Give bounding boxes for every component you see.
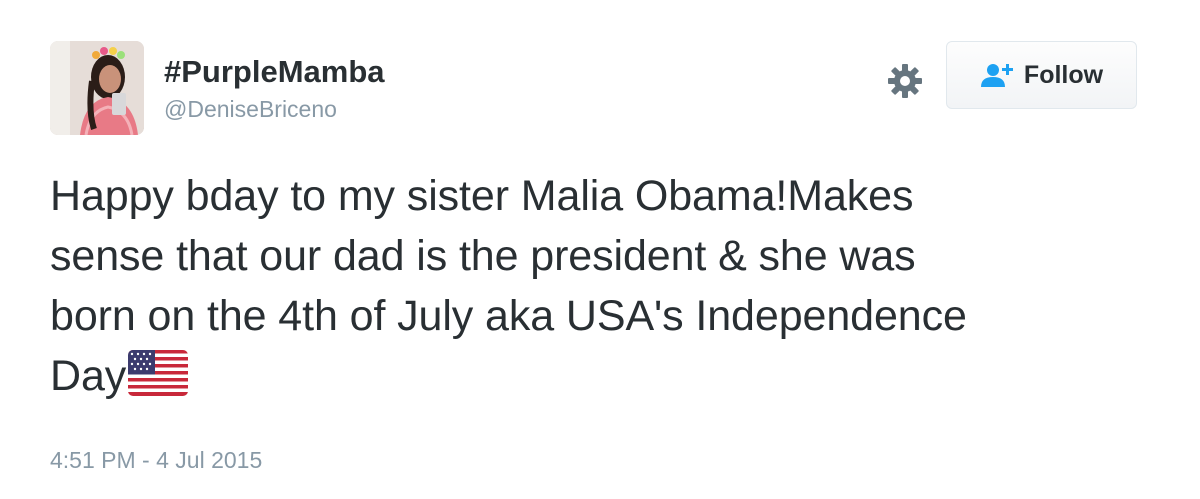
tweet-text-line-2: sense that our dad is the president & sh… (50, 232, 916, 280)
tweet-header: #PurpleMamba @DeniseBriceno Follow (50, 41, 1140, 135)
tweet-text: Happy bday to my sister Malia Obama!Make… (50, 166, 1150, 406)
us-flag-icon (128, 350, 189, 396)
follow-button[interactable]: Follow (946, 41, 1137, 109)
avatar[interactable] (50, 41, 144, 135)
screen-name[interactable]: @DeniseBriceno (164, 94, 385, 124)
tweet-text-line-1: Happy bday to my sister Malia Obama!Make… (50, 172, 914, 220)
gear-icon[interactable] (887, 63, 923, 99)
user-names: #PurpleMamba @DeniseBriceno (164, 53, 385, 124)
display-name[interactable]: #PurpleMamba (164, 53, 385, 91)
add-user-icon (980, 62, 1014, 88)
tweet-text-last-word: Day (50, 352, 127, 400)
tweet-timestamp[interactable]: 4:51 PM - 4 Jul 2015 (50, 445, 262, 475)
profile-photo-icon (50, 41, 144, 135)
tweet-card: #PurpleMamba @DeniseBriceno Follow Happy… (0, 0, 1200, 499)
tweet-text-line-3: born on the 4th of July aka USA's Indepe… (50, 292, 967, 340)
tweet-text-line-4: Day (50, 346, 1150, 406)
follow-label: Follow (1023, 60, 1104, 89)
